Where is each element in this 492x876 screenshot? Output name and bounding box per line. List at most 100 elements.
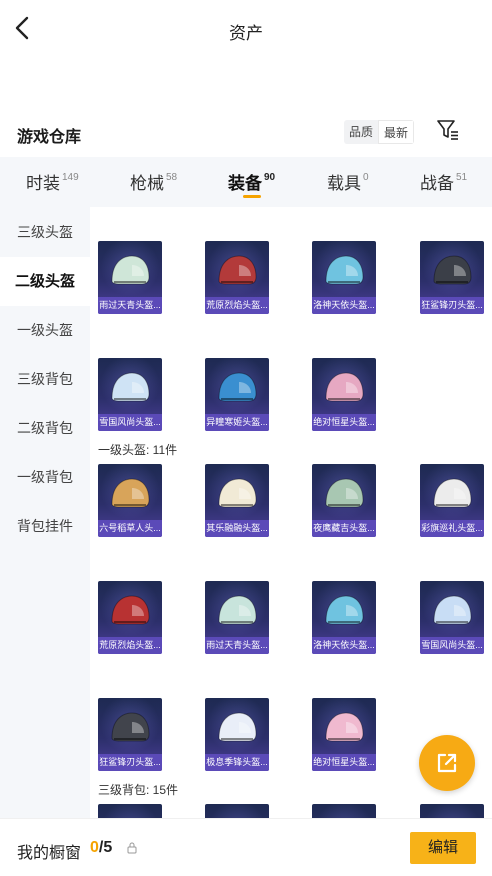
item-name: 其乐融融头盔...: [205, 520, 269, 537]
share-button[interactable]: [419, 735, 475, 791]
item-card[interactable]: 洛神天依头盔...: [312, 241, 376, 314]
card-glow: [312, 804, 376, 818]
helmet-icon: [111, 595, 150, 625]
tab-vehicles[interactable]: 载具 0: [327, 169, 369, 194]
helmet-icon: [325, 372, 364, 402]
showcase-label: 我的橱窗: [17, 845, 82, 862]
showcase-total: /5: [98, 839, 113, 856]
item-card[interactable]: 洛神天依头盔...: [312, 581, 376, 654]
item-card[interactable]: 雨过天青头盔...: [205, 581, 269, 654]
item-card[interactable]: 绝对恒星头盔...: [312, 698, 376, 771]
helmet-icon: [433, 595, 472, 625]
item-card[interactable]: 狂鲨锋刃头盔...: [98, 698, 162, 771]
top-bar: 资产: [0, 0, 492, 58]
helmet-icon: [325, 712, 364, 742]
group-title: 三级背包: 15件: [98, 783, 179, 797]
card-glow: [98, 804, 162, 818]
share-icon: [437, 753, 457, 773]
item-name: 极息季锋头盔...: [205, 754, 269, 771]
item-name: 夜鹰藏吉头盔...: [312, 520, 376, 537]
helmet-icon: [325, 478, 364, 508]
item-name: 荒原烈焰头盔...: [98, 637, 162, 654]
helmet-icon: [325, 255, 364, 285]
item-name: 雨过天青头盔...: [205, 637, 269, 654]
item-card[interactable]: 雪国风尚头盔...: [420, 581, 484, 654]
subcategory-level2-backpack[interactable]: 二级背包: [0, 404, 90, 453]
tab-label: 时装: [26, 174, 60, 193]
item-card[interactable]: 雪国风尚头盔...: [98, 358, 162, 431]
tab-count: 0: [363, 172, 369, 184]
item-card[interactable]: [312, 804, 376, 818]
subcategory-list: 三级头盔 二级头盔 一级头盔 三级背包 二级背包 一级背包 背包挂件: [0, 207, 90, 818]
tab-equipment[interactable]: 装备 90: [228, 169, 275, 194]
edit-button[interactable]: 编辑: [410, 832, 476, 864]
subcategory-level1-backpack[interactable]: 一级背包: [0, 453, 90, 502]
item-name: 彩旗巡礼头盔...: [420, 520, 484, 537]
item-card[interactable]: 绝对恒星头盔...: [312, 358, 376, 431]
lock-icon: [127, 841, 137, 854]
active-tab-indicator: [243, 195, 261, 198]
item-card[interactable]: [98, 804, 162, 818]
tab-label: 载具: [327, 174, 361, 193]
item-name: 洛神天依头盔...: [312, 637, 376, 654]
item-name: 异瞳寒姬头盔...: [205, 414, 269, 431]
tab-label: 枪械: [130, 174, 164, 193]
helmet-icon: [111, 255, 150, 285]
sort-quality-option[interactable]: 品质: [344, 120, 378, 144]
tab-count: 51: [456, 172, 468, 184]
helmet-icon: [325, 595, 364, 625]
subcategory-level2-helmet[interactable]: 二级头盔: [0, 257, 90, 306]
subcategory-level3-backpack[interactable]: 三级背包: [0, 355, 90, 404]
asset-page: 资产 游戏仓库 品质 最新 时装 149 枪械 58 装备 90 载具 0 战备 51 三…: [0, 0, 492, 876]
subcategory-level1-helmet[interactable]: 一级头盔: [0, 306, 90, 355]
showcase-current: 0: [90, 839, 99, 856]
helmet-icon: [111, 372, 150, 402]
tab-label: 装备: [228, 174, 262, 193]
bottom-bar: 我的橱窗 0/5 编辑: [0, 818, 492, 876]
subcategory-level3-helmet[interactable]: 三级头盔: [0, 208, 90, 257]
helmet-icon: [433, 255, 472, 285]
showcase-count: 0/5: [90, 839, 112, 857]
tab-fashion[interactable]: 时装 149: [26, 169, 79, 194]
item-card[interactable]: 雨过天青头盔...: [98, 241, 162, 314]
item-name: 绝对恒星头盔...: [312, 414, 376, 431]
group-title: 一级头盔: 11件: [98, 443, 178, 457]
item-name: 雪国风尚头盔...: [420, 637, 484, 654]
item-name: 雪国风尚头盔...: [98, 414, 162, 431]
category-tabs: 时装 149 枪械 58 装备 90 载具 0 战备 51: [0, 157, 492, 207]
item-name: 狂鲨锋刃头盔...: [98, 754, 162, 771]
item-name: 洛神天依头盔...: [312, 297, 376, 314]
section-header: 游戏仓库 品质 最新: [0, 118, 492, 148]
helmet-icon: [111, 712, 150, 742]
filter-icon[interactable]: [436, 118, 460, 142]
item-name: 狂鲨锋刃头盔...: [420, 297, 484, 314]
item-card[interactable]: 狂鲨锋刃头盔...: [420, 241, 484, 314]
section-title: 游戏仓库: [17, 129, 82, 146]
sort-latest-option[interactable]: 最新: [378, 120, 415, 144]
item-card[interactable]: 异瞳寒姬头盔...: [205, 358, 269, 431]
item-card[interactable]: 彩旗巡礼头盔...: [420, 464, 484, 537]
item-name: 六号稻草人头...: [98, 520, 162, 537]
item-card[interactable]: 荒原烈焰头盔...: [98, 581, 162, 654]
item-name: 绝对恒星头盔...: [312, 754, 376, 771]
subcategory-backpack-pendant[interactable]: 背包挂件: [0, 502, 90, 551]
sort-toggle: 品质 最新: [344, 120, 415, 144]
tab-count: 90: [264, 172, 276, 184]
card-glow: [205, 804, 269, 818]
tab-label: 战备: [420, 174, 454, 193]
item-card[interactable]: 荒原烈焰头盔...: [205, 241, 269, 314]
item-card[interactable]: 夜鹰藏吉头盔...: [312, 464, 376, 537]
helmet-icon: [218, 478, 257, 508]
tab-count: 149: [62, 172, 79, 184]
item-card[interactable]: [205, 804, 269, 818]
tab-guns[interactable]: 枪械 58: [130, 169, 177, 194]
item-card[interactable]: [420, 804, 484, 818]
item-name: 雨过天青头盔...: [98, 297, 162, 314]
item-card[interactable]: 六号稻草人头...: [98, 464, 162, 537]
helmet-icon: [111, 478, 150, 508]
tab-supplies[interactable]: 战备 51: [420, 169, 467, 194]
tab-count: 58: [166, 172, 178, 184]
card-glow: [420, 804, 484, 818]
item-card[interactable]: 极息季锋头盔...: [205, 698, 269, 771]
item-card[interactable]: 其乐融融头盔...: [205, 464, 269, 537]
